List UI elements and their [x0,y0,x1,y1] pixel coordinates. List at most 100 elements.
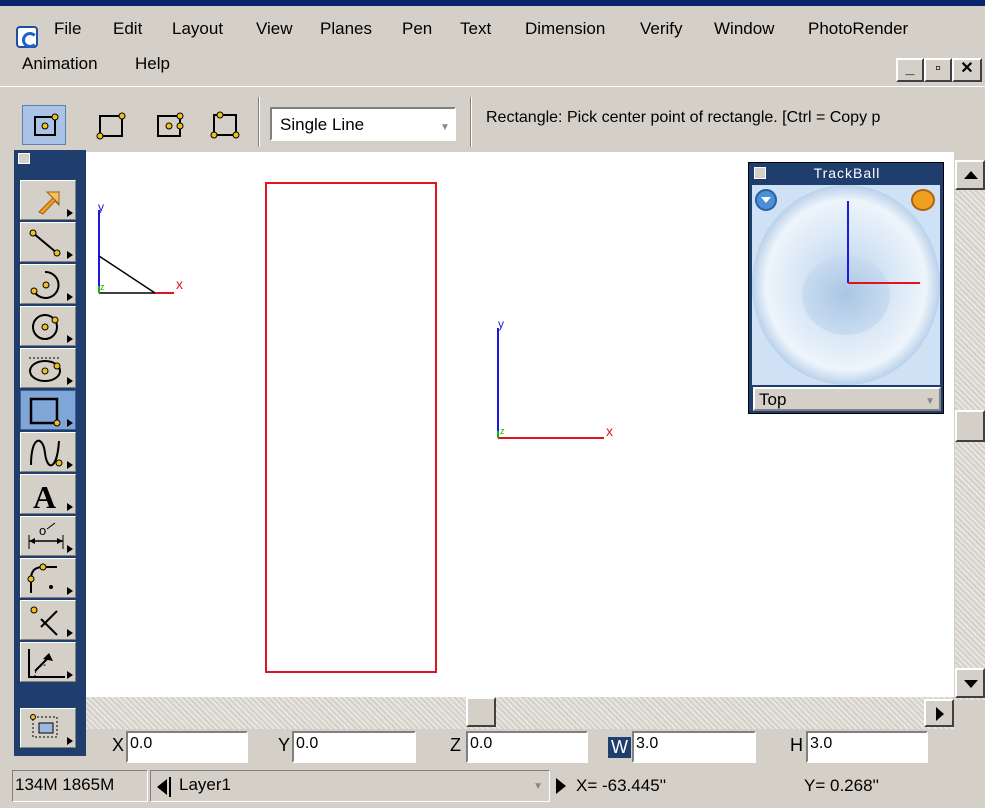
z-coord-label: Z [450,735,461,755]
horizontal-scrollbar[interactable] [86,697,954,729]
restore-button[interactable]: ▫ [924,58,952,82]
rectangle-3pt-button[interactable] [204,105,248,145]
close-button[interactable]: ✕ [952,58,982,82]
menu-layout[interactable]: Layout [172,18,223,40]
app-icon[interactable] [16,26,38,48]
x-readout: X= -63.445'' [576,776,667,795]
drawn-rectangle[interactable] [265,182,437,673]
height-label: H [790,735,803,755]
width-value: 3.0 [636,735,659,752]
menu-view[interactable]: View [256,18,293,40]
x-coord-value: 0.0 [130,735,153,752]
trackball-view-dropdown[interactable]: Top ▼ [753,387,941,411]
chevron-down-icon[interactable]: ▼ [925,396,935,407]
rectangle-corner-icon [96,112,126,140]
layer-panel: Layer1 ▼ [150,770,550,802]
vertical-scrollbar[interactable] [955,160,985,700]
menu-planes[interactable]: Planes [320,18,372,40]
line-style-value: Single Line [280,115,365,134]
tool-fillet[interactable] [20,558,76,598]
tool-transform[interactable] [20,642,76,682]
svg-text:A: A [33,479,56,515]
menu-help[interactable]: Help [135,53,170,75]
width-field[interactable]: 3.0 [632,731,756,763]
tool-rectangle[interactable] [20,390,76,430]
y-coord-value: 0.0 [296,735,319,752]
axis-label-y: y [98,200,104,214]
trackball-sphere[interactable] [752,185,940,385]
rectangle-center-icon [34,113,59,136]
x-coord-label: X [112,735,125,755]
cursor-axis-triad [497,328,604,439]
horizontal-scroll-thumb[interactable] [466,697,496,727]
menu-edit[interactable]: Edit [113,18,142,40]
menu-window[interactable]: Window [714,18,774,40]
scroll-up-button[interactable] [955,160,985,190]
menu-text[interactable]: Text [460,18,491,40]
status-bar: 134M 1865M Layer1 ▼ X= -63.445'' Y= 0.26… [0,768,985,808]
rectangle-center-3pt-button[interactable] [148,105,192,145]
trackball-panel[interactable]: TrackBall Top ▼ [748,162,944,414]
menu-animation[interactable]: Animation [22,53,98,75]
axis-label-z: z [100,282,105,292]
minimize-icon: _ [905,60,915,77]
menu-dimension[interactable]: Dimension [525,18,605,40]
tool-line[interactable] [20,222,76,262]
tool-arc[interactable] [20,264,76,304]
tool-edit-points[interactable] [20,708,76,748]
y-coord-field[interactable]: 0.0 [292,731,416,763]
menu-photorender[interactable]: PhotoRender [808,18,908,40]
line-style-dropdown[interactable]: Single Line ▼ [270,107,456,141]
next-layer-icon[interactable] [556,778,566,794]
rectangle-corner-button[interactable] [90,105,134,145]
axis-label-x: x [176,276,183,292]
world-axis-triad [98,210,174,294]
minimize-button[interactable]: _ [896,58,924,82]
trackball-graphic [752,185,940,385]
tool-select[interactable] [20,180,76,220]
chevron-down-icon[interactable]: ▼ [438,117,452,133]
tool-trim[interactable] [20,600,76,640]
rectangle-center-3pt-icon [157,112,184,137]
toolbar: Single Line ▼ Rectangle: Pick center poi… [0,86,985,152]
trackball-menu-icon[interactable] [755,189,777,211]
vertical-scroll-thumb[interactable] [955,410,985,442]
chevron-down-icon[interactable]: ▼ [533,781,543,792]
trackball-view-value: Top [759,390,787,409]
svg-text:o: o [39,523,46,538]
toolbar-separator [258,97,260,147]
menu-file[interactable]: File [54,18,81,40]
memory-panel: 134M 1865M [12,770,148,802]
palette-caption[interactable] [14,150,86,164]
tool-circle[interactable] [20,306,76,346]
menu-verify[interactable]: Verify [640,18,683,40]
y-readout: Y= 0.268'' [804,776,880,795]
tool-palette: A o [14,150,86,756]
trackball-home-icon[interactable] [911,189,935,211]
restore-icon: ▫ [935,60,941,77]
previous-layer-bar [169,777,171,797]
menu-pen[interactable]: Pen [402,18,432,40]
layer-name[interactable]: Layer1 [179,775,231,795]
coordinate-bar: X 0.0 Y 0.0 Z 0.0 W 3.0 H 3.0 [86,729,985,767]
tool-dimension[interactable]: o [20,516,76,556]
height-value: 3.0 [810,735,833,752]
previous-layer-icon[interactable] [157,779,167,795]
x-coord-field[interactable]: 0.0 [126,731,248,763]
scroll-right-button[interactable] [924,699,954,727]
z-coord-value: 0.0 [470,735,493,752]
tool-text[interactable]: A [20,474,76,515]
menu-bar: File Edit Layout View Planes Pen Text Di… [0,6,985,82]
toolbar-separator [470,97,472,147]
height-field[interactable]: 3.0 [806,731,928,763]
scroll-down-button[interactable] [955,668,985,698]
rectangle-center-button[interactable] [22,105,66,145]
axis-label-y: y [498,317,504,331]
tool-curve[interactable] [20,432,76,472]
command-prompt: Rectangle: Pick center point of rectangl… [486,109,881,126]
tool-ellipse[interactable] [20,348,76,388]
y-coord-label: Y [278,735,291,755]
z-coord-field[interactable]: 0.0 [466,731,588,763]
width-label[interactable]: W [608,737,631,758]
trackball-title: TrackBall [813,165,881,181]
